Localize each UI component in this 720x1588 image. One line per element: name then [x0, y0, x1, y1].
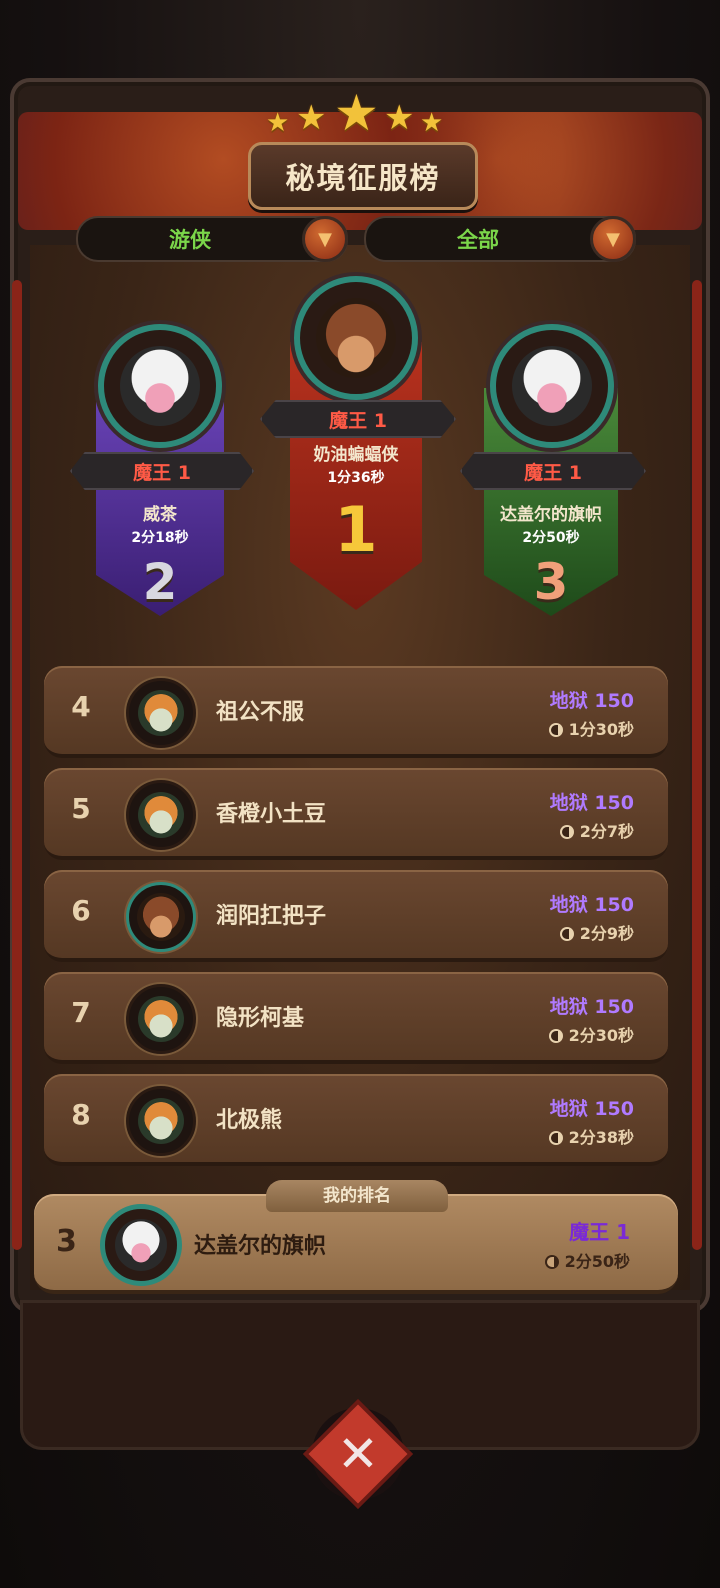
star-rating: ★ ★ ★ ★ ★	[262, 84, 458, 142]
player-name: 祖公不服	[216, 700, 305, 725]
rank-number: 5	[71, 792, 91, 825]
clear-time-value: 1分30秒	[568, 720, 634, 739]
rank-number: 6	[71, 894, 91, 927]
right-rail	[692, 280, 702, 1250]
avatar	[294, 276, 418, 400]
clear-time: 1分30秒	[548, 716, 634, 740]
podium-second[interactable]: 威茶 2分18秒 2 魔王 1	[70, 318, 254, 618]
star-icon: ★	[334, 84, 379, 142]
player-name: 威茶	[143, 505, 177, 525]
avatar	[98, 324, 222, 448]
rank-badge: 魔王 1	[260, 400, 456, 438]
star-icon: ★	[420, 108, 444, 138]
bear-avatar	[316, 298, 396, 378]
leaderboard-row[interactable]: 4 祖公不服 地狱 150 1分30秒	[44, 666, 668, 758]
player-name: 北极熊	[216, 1108, 283, 1133]
star-icon: ★	[384, 98, 415, 138]
avatar	[126, 882, 196, 952]
clear-time: 2分30秒	[548, 1022, 634, 1046]
rank-number: 4	[71, 690, 91, 723]
clear-time-value: 2分9秒	[579, 924, 634, 943]
clear-time: 2分7秒	[559, 818, 634, 842]
podium-first[interactable]: 奶油蝙蝠侠 1分36秒 1 魔王 1	[258, 268, 456, 614]
cow-avatar	[512, 346, 592, 426]
star-icon: ★	[296, 98, 327, 138]
clear-time-value: 2分50秒	[564, 1252, 630, 1271]
page-title: 秘境征服榜	[248, 142, 478, 210]
class-filter-label: 游侠	[169, 228, 211, 252]
clear-time: 2分50秒	[522, 530, 580, 546]
rank-number: 3	[56, 1224, 77, 1259]
place-number: 2	[142, 553, 178, 611]
fox-avatar	[138, 690, 184, 736]
avatar	[126, 678, 196, 748]
clear-time-value: 2分7秒	[579, 822, 634, 841]
clock-icon	[548, 723, 563, 737]
fox-avatar	[138, 1098, 184, 1144]
avatar	[126, 780, 196, 850]
my-rank-tab: 我的排名	[266, 1180, 448, 1212]
leaderboard-row[interactable]: 5 香橙小土豆 地狱 150 2分7秒	[44, 768, 668, 860]
player-name: 香橙小土豆	[216, 802, 327, 827]
fox-avatar	[138, 996, 184, 1042]
clock-icon	[544, 1255, 559, 1269]
difficulty-level: 地狱 150	[549, 1098, 634, 1120]
fox-avatar	[138, 792, 184, 838]
avatar	[490, 324, 614, 448]
clear-time: 2分38秒	[548, 1124, 634, 1148]
cow-avatar	[115, 1219, 167, 1271]
clear-time-value: 2分30秒	[568, 1026, 634, 1045]
rank-badge: 魔王 1	[70, 452, 254, 490]
podium-third[interactable]: 达盖尔的旗帜 2分50秒 3 魔王 1	[456, 318, 646, 618]
clear-time: 1分36秒	[327, 470, 385, 486]
avatar	[126, 984, 196, 1054]
cow-avatar	[120, 346, 200, 426]
chevron-down-icon[interactable]: ▼	[590, 216, 636, 262]
clock-icon	[559, 927, 574, 941]
clear-time: 2分9秒	[559, 920, 634, 944]
avatar	[100, 1204, 182, 1286]
difficulty-level: 地狱 150	[549, 894, 634, 916]
class-filter-dropdown[interactable]: 游侠 ▼	[76, 216, 348, 262]
clear-time: 2分18秒	[131, 530, 189, 546]
left-rail	[12, 280, 22, 1250]
place-number: 1	[334, 493, 378, 566]
clear-time: 2分50秒	[544, 1248, 630, 1272]
leaderboard-row[interactable]: 7 隐形柯基 地狱 150 2分30秒	[44, 972, 668, 1064]
clock-icon	[559, 825, 574, 839]
clock-icon	[548, 1029, 563, 1043]
difficulty-level: 地狱 150	[549, 690, 634, 712]
clock-icon	[548, 1131, 563, 1145]
rank-number: 8	[71, 1098, 91, 1131]
bear-avatar	[137, 893, 185, 941]
clear-time-value: 2分38秒	[568, 1128, 634, 1147]
player-name: 达盖尔的旗帜	[500, 505, 602, 525]
star-icon: ★	[266, 108, 290, 138]
avatar	[126, 1086, 196, 1156]
chevron-down-icon[interactable]: ▼	[302, 216, 348, 262]
scope-filter-label: 全部	[457, 228, 499, 252]
difficulty-level: 地狱 150	[549, 792, 634, 814]
place-number: 3	[533, 553, 569, 611]
leaderboard-row[interactable]: 8 北极熊 地狱 150 2分38秒	[44, 1074, 668, 1166]
difficulty-level: 地狱 150	[549, 996, 634, 1018]
rank-number: 7	[71, 996, 91, 1029]
player-name: 奶油蝙蝠侠	[313, 445, 399, 465]
scope-filter-dropdown[interactable]: 全部 ▼	[364, 216, 636, 262]
rank-badge: 魔王 1	[460, 452, 646, 490]
player-name: 润阳扛把子	[216, 904, 327, 929]
player-name: 隐形柯基	[216, 1006, 305, 1031]
leaderboard-row[interactable]: 6 润阳扛把子 地狱 150 2分9秒	[44, 870, 668, 962]
difficulty-level: 魔王 1	[569, 1220, 630, 1244]
player-name: 达盖尔的旗帜	[194, 1234, 327, 1259]
close-button[interactable]: ✕	[308, 1404, 408, 1504]
